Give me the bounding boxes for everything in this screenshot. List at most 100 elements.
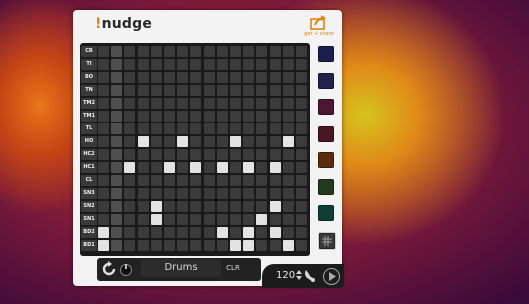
step-cell[interactable] bbox=[243, 71, 255, 83]
drum-kit-selector[interactable]: Drums bbox=[141, 259, 221, 277]
step-cell[interactable] bbox=[124, 84, 136, 96]
step-cell[interactable] bbox=[124, 162, 136, 174]
step-cell[interactable] bbox=[150, 239, 162, 251]
step-cell[interactable] bbox=[203, 200, 215, 212]
step-cell[interactable] bbox=[98, 239, 109, 251]
step-cell[interactable] bbox=[177, 123, 189, 135]
step-cell[interactable] bbox=[137, 46, 149, 57]
step-cell[interactable] bbox=[269, 110, 281, 122]
step-cell[interactable] bbox=[164, 136, 175, 148]
step-cell[interactable] bbox=[190, 213, 202, 225]
step-cell[interactable] bbox=[269, 97, 281, 109]
step-cell[interactable] bbox=[124, 123, 136, 135]
step-cell[interactable] bbox=[150, 110, 162, 122]
step-cell[interactable] bbox=[164, 175, 175, 186]
step-cell[interactable] bbox=[269, 239, 281, 251]
step-cell[interactable] bbox=[190, 97, 202, 109]
step-cell[interactable] bbox=[230, 46, 241, 57]
step-cell[interactable] bbox=[203, 97, 215, 109]
step-cell[interactable] bbox=[137, 123, 149, 135]
step-cell[interactable] bbox=[111, 110, 123, 122]
step-cell[interactable] bbox=[164, 46, 175, 57]
step-cell[interactable] bbox=[230, 149, 241, 161]
step-cell[interactable] bbox=[150, 58, 162, 70]
step-cell[interactable] bbox=[111, 239, 123, 251]
step-cell[interactable] bbox=[216, 58, 228, 70]
step-cell[interactable] bbox=[164, 110, 175, 122]
step-cell[interactable] bbox=[98, 200, 109, 212]
step-cell[interactable] bbox=[137, 226, 149, 238]
step-cell[interactable] bbox=[256, 239, 268, 251]
step-cell[interactable] bbox=[150, 213, 162, 225]
step-cell[interactable] bbox=[243, 136, 255, 148]
step-cell[interactable] bbox=[177, 175, 189, 186]
step-cell[interactable] bbox=[216, 187, 228, 199]
step-cell[interactable] bbox=[203, 46, 215, 57]
step-cell[interactable] bbox=[190, 239, 202, 251]
step-cell[interactable] bbox=[296, 110, 307, 122]
step-cell[interactable] bbox=[243, 187, 255, 199]
step-cell[interactable] bbox=[111, 46, 123, 57]
step-cell[interactable] bbox=[269, 71, 281, 83]
step-cell[interactable] bbox=[111, 187, 123, 199]
step-cell[interactable] bbox=[216, 136, 228, 148]
step-cell[interactable] bbox=[177, 71, 189, 83]
swatch-teal[interactable] bbox=[318, 205, 334, 221]
step-cell[interactable] bbox=[203, 84, 215, 96]
step-cell[interactable] bbox=[150, 46, 162, 57]
swatch-indigo[interactable] bbox=[318, 72, 334, 89]
step-cell[interactable] bbox=[164, 149, 175, 161]
step-cell[interactable] bbox=[269, 58, 281, 70]
step-cell[interactable] bbox=[111, 123, 123, 135]
step-cell[interactable] bbox=[137, 97, 149, 109]
step-cell[interactable] bbox=[243, 110, 255, 122]
play-button[interactable] bbox=[323, 268, 340, 285]
step-cell[interactable] bbox=[124, 46, 136, 57]
step-cell[interactable] bbox=[269, 149, 281, 161]
step-cell[interactable] bbox=[230, 97, 241, 109]
step-cell[interactable] bbox=[203, 110, 215, 122]
step-cell[interactable] bbox=[256, 187, 268, 199]
step-cell[interactable] bbox=[98, 123, 109, 135]
step-cell[interactable] bbox=[269, 187, 281, 199]
step-cell[interactable] bbox=[137, 187, 149, 199]
step-cell[interactable] bbox=[137, 71, 149, 83]
step-cell[interactable] bbox=[216, 46, 228, 57]
step-cell[interactable] bbox=[216, 97, 228, 109]
step-cell[interactable] bbox=[137, 84, 149, 96]
step-cell[interactable] bbox=[111, 136, 123, 148]
step-cell[interactable] bbox=[124, 149, 136, 161]
step-cell[interactable] bbox=[98, 71, 109, 83]
step-cell[interactable] bbox=[296, 149, 307, 161]
step-cell[interactable] bbox=[177, 149, 189, 161]
step-cell[interactable] bbox=[164, 162, 175, 174]
step-cell[interactable] bbox=[190, 84, 202, 96]
step-cell[interactable] bbox=[203, 149, 215, 161]
step-cell[interactable] bbox=[296, 84, 307, 96]
step-cell[interactable] bbox=[296, 162, 307, 174]
refresh-icon[interactable] bbox=[102, 261, 116, 277]
step-cell[interactable] bbox=[296, 97, 307, 109]
step-cell[interactable] bbox=[282, 97, 294, 109]
step-cell[interactable] bbox=[177, 58, 189, 70]
step-cell[interactable] bbox=[256, 149, 268, 161]
step-cell[interactable] bbox=[124, 97, 136, 109]
step-cell[interactable] bbox=[98, 136, 109, 148]
step-cell[interactable] bbox=[111, 226, 123, 238]
step-cell[interactable] bbox=[243, 162, 255, 174]
step-cell[interactable] bbox=[282, 175, 294, 186]
step-cell[interactable] bbox=[111, 162, 123, 174]
step-cell[interactable] bbox=[230, 71, 241, 83]
swatch-plum[interactable] bbox=[318, 99, 334, 115]
step-cell[interactable] bbox=[282, 123, 294, 135]
step-cell[interactable] bbox=[256, 123, 268, 135]
step-cell[interactable] bbox=[216, 175, 228, 186]
step-cell[interactable] bbox=[243, 213, 255, 225]
step-cell[interactable] bbox=[164, 123, 175, 135]
step-cell[interactable] bbox=[296, 239, 307, 251]
step-cell[interactable] bbox=[243, 46, 255, 57]
step-cell[interactable] bbox=[150, 136, 162, 148]
step-cell[interactable] bbox=[150, 71, 162, 83]
step-cell[interactable] bbox=[190, 175, 202, 186]
step-cell[interactable] bbox=[243, 239, 255, 251]
